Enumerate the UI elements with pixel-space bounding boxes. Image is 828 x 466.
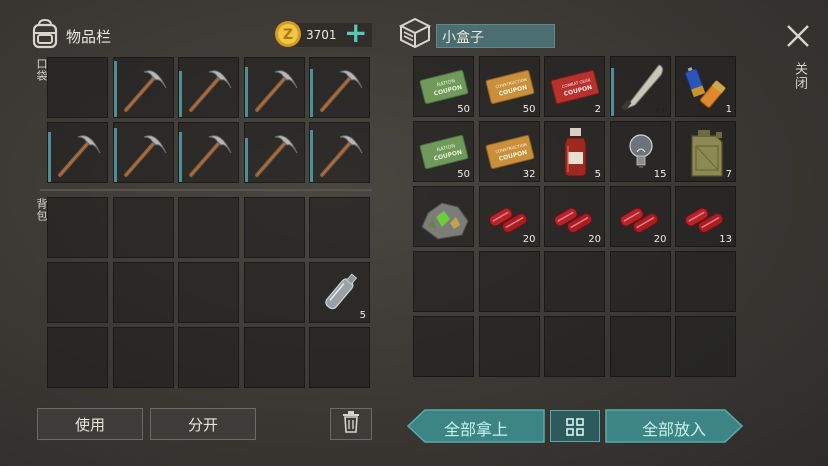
coin-icon: Z xyxy=(274,20,302,48)
backpack-slot[interactable] xyxy=(243,262,305,323)
backpack-icon xyxy=(30,18,60,50)
durability-bar xyxy=(48,132,51,182)
close-icon xyxy=(784,25,812,54)
close-button[interactable] xyxy=(784,22,812,50)
close-label[interactable]: 关闭 xyxy=(790,62,809,90)
container-slot[interactable] xyxy=(609,56,671,117)
container-slot[interactable]: COMBAT GEAR COUPON 2 xyxy=(544,56,605,117)
box-icon xyxy=(398,16,432,50)
split-button[interactable]: 分开 xyxy=(150,408,256,440)
container-slot[interactable]: 20 xyxy=(544,186,605,247)
item-count: 1 xyxy=(725,104,732,115)
item-count: 7 xyxy=(725,169,732,180)
grid-icon xyxy=(566,418,584,440)
backpack-slot[interactable] xyxy=(178,327,239,388)
item-count: 2 xyxy=(594,104,601,115)
pocket-slot[interactable] xyxy=(178,122,239,183)
container-slot[interactable] xyxy=(544,251,605,312)
add-currency-button[interactable]: + xyxy=(344,17,367,49)
backpack-slot[interactable] xyxy=(112,327,174,388)
item-count: 32 xyxy=(522,169,536,180)
container-slot[interactable] xyxy=(609,251,671,312)
container-scroll-area[interactable]: RATION COUPON 50 CONSTRUCTION COUPON 50 … xyxy=(411,55,741,391)
take-all-label: 全部拿上 xyxy=(443,420,508,439)
pocket-slot[interactable] xyxy=(178,57,239,118)
inventory-title: 物品栏 xyxy=(66,28,112,46)
backpack-slot[interactable]: 5 xyxy=(309,262,370,323)
backpack-slot[interactable] xyxy=(243,327,305,388)
container-title: 小盒子 xyxy=(442,30,484,46)
backpack-slot[interactable] xyxy=(178,262,239,323)
container-slot[interactable] xyxy=(675,316,736,377)
pocket-slot[interactable] xyxy=(112,57,174,118)
container-slot[interactable] xyxy=(413,186,474,247)
section-divider xyxy=(40,189,372,191)
put-all-button[interactable]: 全部放入 xyxy=(605,409,743,443)
durability-bar xyxy=(179,71,182,117)
container-slot[interactable]: CONSTRUCTION COUPON 50 xyxy=(478,56,540,117)
container-slot[interactable]: 20 xyxy=(609,186,671,247)
durability-bar xyxy=(244,138,248,182)
item-count: 20 xyxy=(522,234,536,245)
container-slot[interactable]: RATION COUPON 50 xyxy=(413,121,474,182)
backpack-slot[interactable] xyxy=(47,197,108,258)
backpack-slot[interactable] xyxy=(309,327,370,388)
pocket-slot[interactable] xyxy=(309,57,370,118)
container-slot[interactable]: 1 xyxy=(675,56,736,117)
take-all-button[interactable]: 全部拿上 xyxy=(407,409,545,443)
backpack-slot[interactable] xyxy=(178,197,239,258)
backpack-slot[interactable] xyxy=(309,197,370,258)
trash-button[interactable] xyxy=(330,408,372,440)
container-slot[interactable] xyxy=(478,251,540,312)
item-count: 20 xyxy=(653,234,667,245)
backpack-slot[interactable] xyxy=(112,262,174,323)
container-slot[interactable]: 5 xyxy=(544,121,605,182)
item-count: 13 xyxy=(719,234,732,245)
pocket-slot[interactable] xyxy=(47,122,108,183)
backpack-slot[interactable] xyxy=(47,327,108,388)
pocket-slot[interactable] xyxy=(309,122,370,183)
item-count: 5 xyxy=(359,310,366,321)
container-slot[interactable] xyxy=(544,316,605,377)
trash-icon xyxy=(342,411,360,437)
pocket-slot[interactable] xyxy=(243,122,305,183)
container-slot[interactable]: 20 xyxy=(478,186,540,247)
sort-button[interactable] xyxy=(550,410,600,442)
item-count: 50 xyxy=(457,104,470,115)
currency-value: 3701 xyxy=(306,28,337,42)
container-slot[interactable]: 15 xyxy=(609,121,671,182)
item-count: 20 xyxy=(588,234,601,245)
container-slot[interactable]: CONSTRUCTION COUPON 32 xyxy=(478,121,540,182)
item-count: 50 xyxy=(457,169,470,180)
container-slot[interactable] xyxy=(478,316,540,377)
svg-text:Z: Z xyxy=(283,27,293,43)
durability-bar xyxy=(310,69,313,117)
container-slot[interactable] xyxy=(413,316,474,377)
put-all-label: 全部放入 xyxy=(641,420,706,439)
pocket-slot[interactable] xyxy=(243,57,305,118)
durability-bar xyxy=(113,128,117,182)
durability-bar xyxy=(310,130,313,182)
durability-bar xyxy=(113,61,117,117)
use-button[interactable]: 使用 xyxy=(37,408,143,440)
container-slot[interactable]: 13 xyxy=(675,186,736,247)
container-slot[interactable] xyxy=(675,251,736,312)
backpack-slot[interactable] xyxy=(47,262,108,323)
item-count: 5 xyxy=(594,169,601,180)
container-slot[interactable]: RATION COUPON 50 xyxy=(413,56,474,117)
backpack-slot[interactable] xyxy=(112,197,174,258)
item-count: 15 xyxy=(653,169,667,180)
backpack-slot[interactable] xyxy=(243,197,305,258)
pocket-slot[interactable] xyxy=(47,57,108,118)
container-name-field[interactable]: 小盒子 xyxy=(436,24,555,48)
item-count: 50 xyxy=(522,104,536,115)
durability-bar xyxy=(610,68,614,116)
pocket-slot[interactable] xyxy=(112,122,174,183)
durability-bar xyxy=(179,132,182,182)
container-slot[interactable]: 7 xyxy=(675,121,736,182)
durability-bar xyxy=(244,67,248,117)
container-slot[interactable] xyxy=(413,251,474,312)
container-slot[interactable] xyxy=(609,316,671,377)
